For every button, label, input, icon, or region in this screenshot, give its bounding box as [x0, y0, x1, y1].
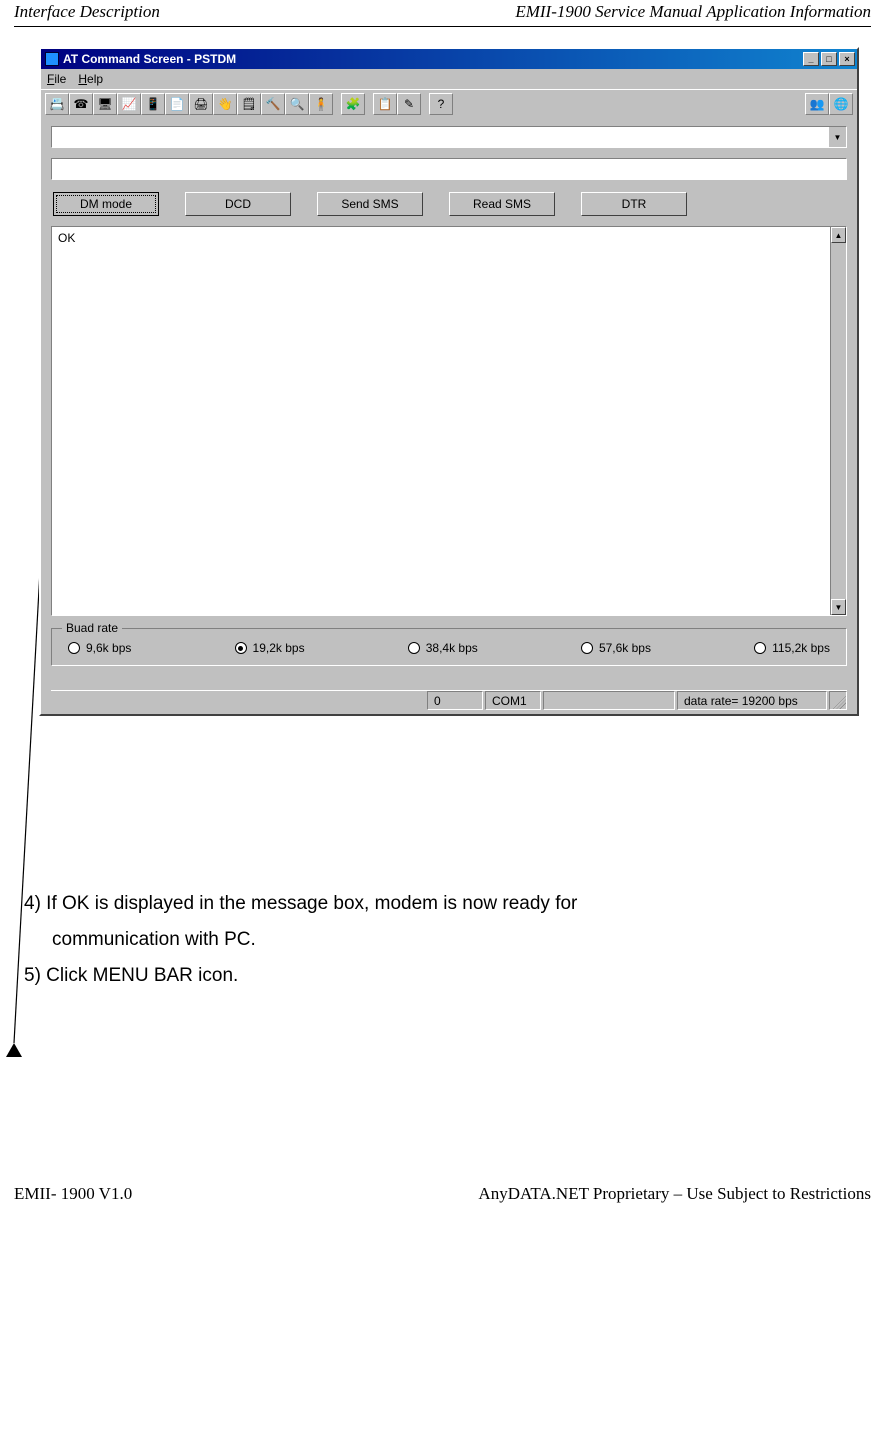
baud-384k[interactable]: 38,4k bps	[408, 641, 478, 655]
radio-label: 115,2k bps	[772, 641, 830, 655]
message-scrollbar[interactable]: ▲ ▼	[830, 227, 846, 615]
toolbar-btn-4[interactable]: 📱	[141, 93, 165, 115]
footer-left: EMII- 1900 V1.0	[14, 1184, 132, 1204]
scroll-up-icon[interactable]: ▲	[831, 227, 846, 243]
page-header: Interface Description EMII-1900 Service …	[14, 0, 871, 27]
command-text[interactable]	[51, 158, 847, 180]
radio-label: 57,6k bps	[599, 641, 651, 655]
toolbar-btn-globe[interactable]: 🌐	[829, 93, 853, 115]
footer-right: AnyDATA.NET Proprietary – Use Subject to…	[478, 1184, 871, 1204]
radio-icon	[235, 642, 247, 654]
toolbar-btn-14[interactable]: ✎	[397, 93, 421, 115]
close-button[interactable]: ×	[839, 52, 855, 66]
baud-192k[interactable]: 19,2k bps	[235, 641, 305, 655]
statusbar: 0 COM1 data rate= 19200 bps	[51, 690, 847, 710]
toolbar-btn-0[interactable]: 📇	[45, 93, 69, 115]
radio-label: 9,6k bps	[86, 641, 131, 655]
instruction-step-4b: communication with PC.	[52, 922, 859, 958]
status-pane-1: 0	[427, 691, 483, 710]
maximize-button[interactable]: □	[821, 52, 837, 66]
baud-1152k[interactable]: 115,2k bps	[754, 641, 830, 655]
read-sms-button[interactable]: Read SMS	[449, 192, 555, 216]
header-left: Interface Description	[14, 2, 160, 22]
toolbar: 📇 ☎ 🖥 📈 📱 📄 🖨 👋 🗒 🔨 🔍 🧍 🧩 📋 ✎ ?	[41, 89, 857, 118]
message-box: OK ▲ ▼	[51, 226, 847, 616]
page-footer: EMII- 1900 V1.0 AnyDATA.NET Proprietary …	[14, 1174, 871, 1204]
minimize-button[interactable]: _	[803, 52, 819, 66]
app-icon	[45, 52, 59, 66]
radio-icon	[581, 642, 593, 654]
dcd-button[interactable]: DCD	[185, 192, 291, 216]
menu-help[interactable]: Help	[78, 72, 103, 86]
send-sms-button[interactable]: Send SMS	[317, 192, 423, 216]
window-title: AT Command Screen - PSTDM	[63, 52, 236, 66]
baud-rate-group: Buad rate 9,6k bps 19,2k bps 38,4k bp	[51, 628, 847, 666]
titlebar[interactable]: AT Command Screen - PSTDM _ □ ×	[41, 49, 857, 69]
instruction-step-5: 5) Click MENU BAR icon.	[24, 958, 859, 994]
radio-label: 19,2k bps	[253, 641, 305, 655]
menubar: File Help	[41, 69, 857, 89]
radio-icon	[754, 642, 766, 654]
app-window: AT Command Screen - PSTDM _ □ × File Hel…	[39, 47, 859, 716]
status-pane-3	[543, 691, 675, 710]
baud-96k[interactable]: 9,6k bps	[68, 641, 131, 655]
toolbar-btn-8[interactable]: 🗒	[237, 93, 261, 115]
dtr-button[interactable]: DTR	[581, 192, 687, 216]
toolbar-btn-1[interactable]: ☎	[69, 93, 93, 115]
instruction-step-4a: 4) If OK is displayed in the message box…	[24, 886, 859, 922]
toolbar-help-icon[interactable]: ?	[429, 93, 453, 115]
toolbar-btn-3[interactable]: 📈	[117, 93, 141, 115]
toolbar-btn-users[interactable]: 👥	[805, 93, 829, 115]
button-row: DM mode DCD Send SMS Read SMS DTR	[51, 190, 847, 226]
client-area: ▼ DM mode DCD Send SMS Read SMS DTR OK	[41, 118, 857, 714]
command-combo-input[interactable]	[52, 127, 828, 147]
toolbar-btn-11[interactable]: 🧍	[309, 93, 333, 115]
toolbar-btn-7[interactable]: 👋	[213, 93, 237, 115]
instruction-text: 4) If OK is displayed in the message box…	[24, 886, 859, 994]
toolbar-btn-6[interactable]: 🖨	[189, 93, 213, 115]
dm-mode-button[interactable]: DM mode	[53, 192, 159, 216]
radio-icon	[408, 642, 420, 654]
scroll-down-icon[interactable]: ▼	[831, 599, 846, 615]
toolbar-btn-12[interactable]: 🧩	[341, 93, 365, 115]
resize-grip-icon[interactable]	[829, 691, 847, 710]
header-right: EMII-1900 Service Manual Application Inf…	[515, 2, 871, 22]
toolbar-btn-13[interactable]: 📋	[373, 93, 397, 115]
radio-label: 38,4k bps	[426, 641, 478, 655]
menu-file[interactable]: File	[47, 72, 66, 86]
baud-rate-legend: Buad rate	[62, 621, 122, 635]
toolbar-btn-5[interactable]: 📄	[165, 93, 189, 115]
toolbar-btn-9[interactable]: 🔨	[261, 93, 285, 115]
toolbar-btn-10[interactable]: 🔍	[285, 93, 309, 115]
baud-576k[interactable]: 57,6k bps	[581, 641, 651, 655]
status-pane-4: data rate= 19200 bps	[677, 691, 827, 710]
combo-dropdown-icon[interactable]: ▼	[828, 127, 846, 147]
command-combo[interactable]: ▼	[51, 126, 847, 148]
message-box-content: OK	[58, 231, 75, 245]
command-text-input[interactable]	[52, 159, 846, 179]
status-pane-2: COM1	[485, 691, 541, 710]
toolbar-btn-2[interactable]: 🖥	[93, 93, 117, 115]
radio-icon	[68, 642, 80, 654]
